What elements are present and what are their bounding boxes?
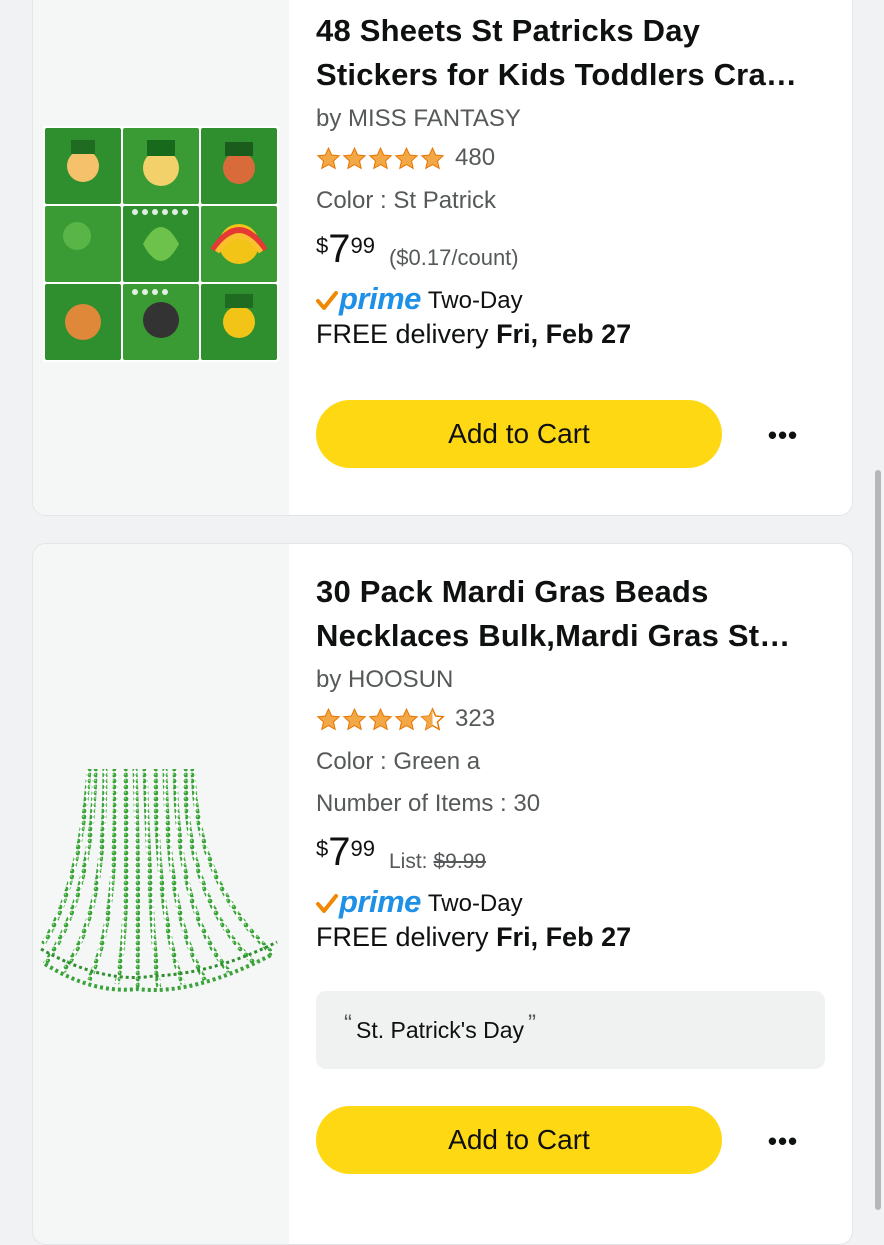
more-options-icon[interactable]: •••	[763, 1121, 803, 1161]
occasion-tag-text: St. Patrick's Day	[356, 1016, 524, 1043]
product-card[interactable]: 30 Pack Mardi Gras Beads Necklaces Bulk,…	[32, 543, 853, 1245]
half-star-icon	[420, 706, 445, 731]
price-whole: 7	[328, 830, 351, 874]
star-icon	[342, 707, 367, 730]
delivery-date: Fri, Feb 27	[496, 922, 632, 952]
star-icon	[368, 146, 393, 169]
prime-speed: Two-Day	[427, 287, 523, 314]
rating-count: 323	[455, 705, 496, 732]
product-card[interactable]: 48 Sheets St Patricks Day Stickers for K…	[32, 0, 853, 516]
price-fraction: 99	[350, 233, 375, 258]
delivery-date: Fri, Feb 27	[496, 319, 632, 349]
delivery-info: FREE delivery Fri, Feb 27	[316, 319, 826, 350]
number-of-items-attribute: Number of Items : 30	[316, 790, 541, 817]
price-fraction: 99	[350, 836, 375, 861]
delivery-prefix: FREE delivery	[316, 922, 489, 952]
star-icon	[342, 146, 367, 169]
scrollbar[interactable]	[875, 470, 881, 1210]
star-icon	[316, 146, 341, 169]
prime-label: prime	[339, 884, 421, 919]
brand-name[interactable]: by MISS FANTASY	[316, 105, 826, 133]
bead-necklaces-image	[40, 768, 278, 992]
prime-speed: Two-Day	[427, 890, 523, 917]
delivery-info: FREE delivery Fri, Feb 27	[316, 922, 826, 953]
price-symbol: $	[316, 233, 329, 258]
product-title[interactable]: 48 Sheets St Patricks Day Stickers for K…	[316, 9, 826, 97]
rating-count: 480	[455, 144, 496, 171]
product-info: 48 Sheets St Patricks Day Stickers for K…	[316, 9, 826, 350]
prime-badge: prime Two-Day	[316, 884, 826, 920]
product-info: 30 Pack Mardi Gras Beads Necklaces Bulk,…	[316, 570, 826, 953]
brand-name[interactable]: by HOOSUN	[316, 666, 826, 694]
list-price-label: List:	[388, 850, 428, 873]
unit-price: ($0.17/count)	[388, 245, 519, 270]
prime-check-icon	[316, 894, 338, 913]
star-rating	[316, 706, 445, 732]
open-quote: “	[344, 1010, 352, 1037]
star-icon	[316, 707, 341, 730]
list-price: $9.99	[433, 850, 487, 873]
prime-badge: prime Two-Day	[316, 281, 826, 317]
occasion-tag[interactable]: “ St. Patrick's Day ”	[316, 991, 825, 1069]
price: $ 7 99 List: $9.99	[316, 830, 826, 882]
star-icon	[394, 707, 419, 730]
price-whole: 7	[328, 227, 351, 271]
star-icon	[420, 146, 445, 169]
color-attribute: Color : St Patrick	[316, 187, 497, 214]
close-quote: ”	[528, 1010, 536, 1037]
rating[interactable]: 480	[316, 143, 826, 173]
price-symbol: $	[316, 836, 329, 861]
prime-check-icon	[316, 291, 338, 310]
delivery-prefix: FREE delivery	[316, 319, 489, 349]
rating[interactable]: 323	[316, 704, 826, 734]
color-attribute: Color : Green a	[316, 748, 481, 775]
star-icon	[394, 146, 419, 169]
product-image-area[interactable]	[33, 544, 289, 1244]
more-options-icon[interactable]: •••	[763, 415, 803, 455]
product-title[interactable]: 30 Pack Mardi Gras Beads Necklaces Bulk,…	[316, 570, 826, 658]
star-icon	[368, 707, 393, 730]
add-to-cart-button[interactable]: Add to Cart	[316, 1106, 722, 1174]
price: $ 7 99 ($0.17/count)	[316, 227, 826, 279]
product-image-area[interactable]	[33, 0, 289, 515]
star-rating	[316, 146, 445, 171]
add-to-cart-button[interactable]: Add to Cart	[316, 400, 722, 468]
sticker-sheets-image	[43, 126, 279, 362]
prime-label: prime	[339, 281, 421, 316]
